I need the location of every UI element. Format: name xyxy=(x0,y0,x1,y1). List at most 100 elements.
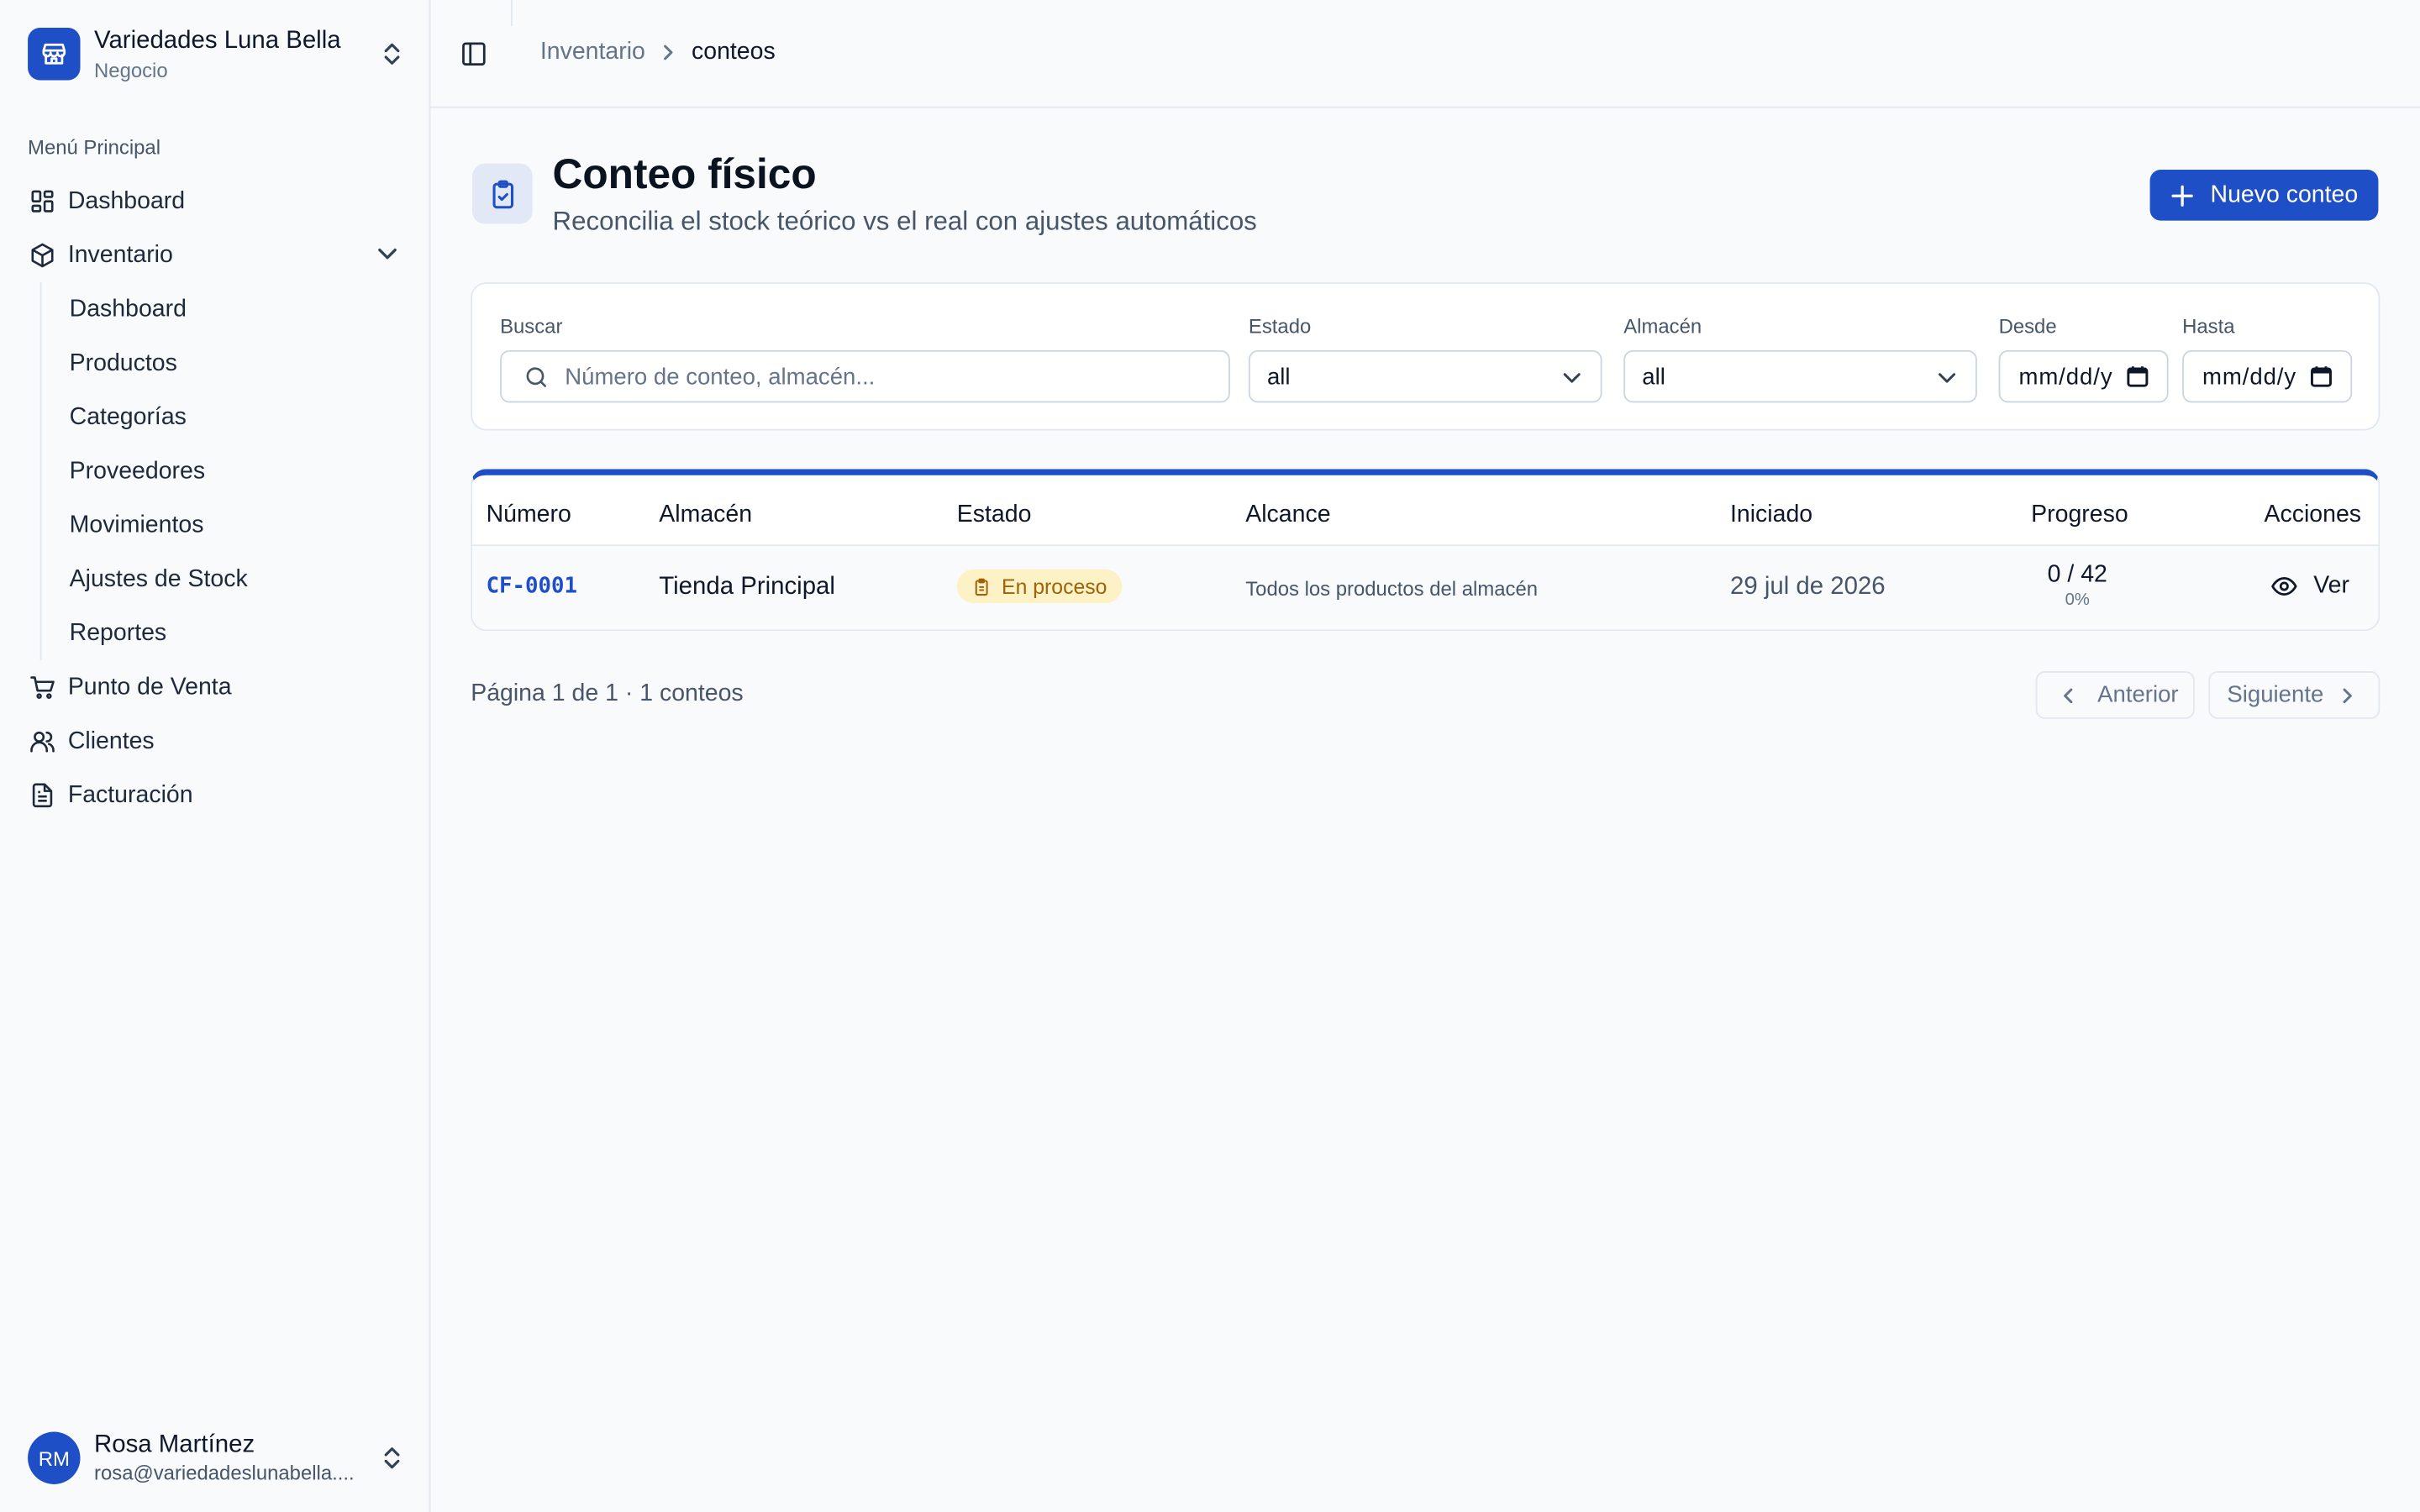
breadcrumb-current: conteos xyxy=(692,38,776,66)
business-name: Variedades Luna Bella xyxy=(94,27,341,54)
previous-page-button[interactable]: Anterior xyxy=(2035,670,2195,719)
sidebar-nav: Dashboard Inventario Dashboard Productos… xyxy=(28,175,404,822)
progress-percent: 0% xyxy=(2065,591,2090,610)
progress-count: 0 / 42 xyxy=(2047,561,2107,588)
next-page-button[interactable]: Siguiente xyxy=(2208,670,2381,719)
status-badge-label: En proceso xyxy=(1002,575,1107,598)
column-header[interactable]: Número xyxy=(487,501,571,529)
file-icon xyxy=(28,781,55,809)
sidebar-item-punto-de-venta[interactable]: Punto de Venta xyxy=(28,660,404,714)
search-input[interactable]: Número de conteo, almacén... xyxy=(500,349,1230,403)
sidebar-item-dashboard[interactable]: Dashboard xyxy=(28,175,404,228)
counts-table: Número Almacén Estado Alcance Iniciado P… xyxy=(471,469,2381,632)
column-header: Acciones xyxy=(2264,501,2362,528)
chevrons-updown-icon xyxy=(380,42,404,66)
desde-date-input[interactable]: mm/dd/y xyxy=(1998,349,2169,403)
subnav-item-ajustes[interactable]: Ajustes de Stock xyxy=(70,553,405,606)
subnav-item-reportes[interactable]: Reportes xyxy=(70,606,405,660)
column-header[interactable]: Progreso xyxy=(2031,501,2128,529)
started-date-cell: 29 jul de 2026 xyxy=(1729,574,1886,601)
subnav-item-categorias[interactable]: Categorías xyxy=(70,391,405,444)
table-header: Número Almacén Estado Alcance Iniciado P… xyxy=(472,475,2379,547)
scope-cell: Todos los productos del almacén xyxy=(1245,576,1539,601)
almacen-select[interactable]: all xyxy=(1623,349,1977,403)
business-type: Negocio xyxy=(94,57,168,81)
inventory-subnav: Dashboard Productos Categorías Proveedor… xyxy=(39,282,405,661)
subnav-item-label: Dashboard xyxy=(69,295,187,322)
chevron-down-icon xyxy=(376,242,398,271)
new-count-label: Nuevo conteo xyxy=(2210,181,2359,208)
view-button-label: Ver xyxy=(2313,572,2349,599)
sidebar-item-clientes[interactable]: Clientes xyxy=(28,714,404,768)
warehouse-cell: Tienda Principal xyxy=(659,574,835,601)
next-page-label: Siguiente xyxy=(2227,681,2324,709)
estado-select[interactable]: all xyxy=(1248,349,1602,403)
store-icon xyxy=(28,28,81,81)
user-email: rosa@variedadeslunabella.... xyxy=(94,1461,355,1484)
page-subtitle: Reconcilia el stock teórico vs el real c… xyxy=(552,207,1257,237)
calendar-icon[interactable] xyxy=(2127,365,2149,393)
column-header[interactable]: Iniciado xyxy=(1730,501,1812,529)
subnav-item-label: Proveedores xyxy=(69,457,206,484)
desde-value: mm/dd/y xyxy=(2018,363,2113,390)
search-placeholder: Número de conteo, almacén... xyxy=(565,363,876,390)
sidebar-item-facturacion[interactable]: Facturación xyxy=(28,769,404,822)
search-label: Buscar xyxy=(500,314,563,339)
subnav-item-label: Movimientos xyxy=(69,511,204,538)
progress-cell: 0 / 42 0% xyxy=(2008,562,2147,612)
count-number-link[interactable]: CF-0001 xyxy=(487,574,577,598)
column-header[interactable]: Almacén xyxy=(659,501,752,529)
page-header: Conteo físico Reconcilia el stock teóric… xyxy=(472,151,1257,238)
breadcrumb-parent[interactable]: Inventario xyxy=(540,39,645,66)
subnav-item-label: Categorías xyxy=(69,403,187,430)
sidebar-item-label: Inventario xyxy=(67,241,173,268)
box-icon xyxy=(28,241,55,269)
chevron-down-icon xyxy=(1562,367,1582,393)
sidebar: Variedades Luna Bella Negocio Menú Princ… xyxy=(0,0,431,1512)
hasta-date-input[interactable]: mm/dd/y xyxy=(2182,349,2353,403)
sidebar-item-label: Clientes xyxy=(67,727,155,754)
clipboard-icon xyxy=(972,576,991,596)
topbar: Inventario conteos xyxy=(430,0,2420,108)
cart-icon xyxy=(28,674,55,701)
subnav-item-movimientos[interactable]: Movimientos xyxy=(70,498,405,552)
search-icon xyxy=(523,364,550,390)
menu-section-label: Menú Principal xyxy=(28,135,161,160)
sidebar-toggle-icon[interactable] xyxy=(460,40,487,68)
view-button[interactable]: Ver xyxy=(2270,572,2349,600)
column-header[interactable]: Estado xyxy=(957,501,1032,529)
table-row[interactable]: CF-0001 Tienda Principal En proceso Todo… xyxy=(472,546,2379,630)
status-badge: En proceso xyxy=(956,569,1123,604)
chevron-down-icon xyxy=(1937,367,1957,393)
almacen-label: Almacén xyxy=(1623,314,1702,339)
users-icon xyxy=(28,727,55,755)
hasta-label: Hasta xyxy=(2182,314,2235,339)
plus-icon xyxy=(2170,183,2195,207)
almacen-value: all xyxy=(1642,363,1665,390)
eye-icon xyxy=(2270,572,2298,600)
pagination-info: Página 1 de 1 · 1 conteos xyxy=(471,680,744,707)
hasta-value: mm/dd/y xyxy=(2202,363,2297,390)
avatar: RM xyxy=(28,1431,81,1484)
estado-value: all xyxy=(1266,363,1291,390)
business-switcher[interactable]: Variedades Luna Bella Negocio xyxy=(28,24,404,83)
previous-page-label: Anterior xyxy=(2097,681,2179,709)
subnav-item-dashboard[interactable]: Dashboard xyxy=(70,282,405,336)
sidebar-item-label: Dashboard xyxy=(67,187,186,214)
calendar-icon[interactable] xyxy=(2310,365,2333,393)
subnav-item-productos[interactable]: Productos xyxy=(70,336,405,390)
desde-label: Desde xyxy=(1998,314,2057,339)
chevron-left-icon xyxy=(2060,685,2075,704)
subnav-item-label: Reportes xyxy=(69,619,167,646)
filters-card: Buscar Número de conteo, almacén... Esta… xyxy=(471,282,2381,431)
column-header[interactable]: Alcance xyxy=(1245,501,1330,529)
user-menu[interactable]: RM Rosa Martínez rosa@variedadeslunabell… xyxy=(28,1429,404,1488)
sidebar-item-label: Punto de Venta xyxy=(67,673,232,700)
main-content: Inventario conteos Conteo físico Reconci… xyxy=(430,0,2420,1512)
sidebar-item-inventario[interactable]: Inventario xyxy=(28,228,404,282)
breadcrumb: Inventario conteos xyxy=(540,39,776,66)
clipboard-check-icon xyxy=(472,163,533,224)
subnav-item-label: Ajustes de Stock xyxy=(69,565,248,592)
new-count-button[interactable]: Nuevo conteo xyxy=(2149,170,2379,221)
subnav-item-proveedores[interactable]: Proveedores xyxy=(70,444,405,498)
